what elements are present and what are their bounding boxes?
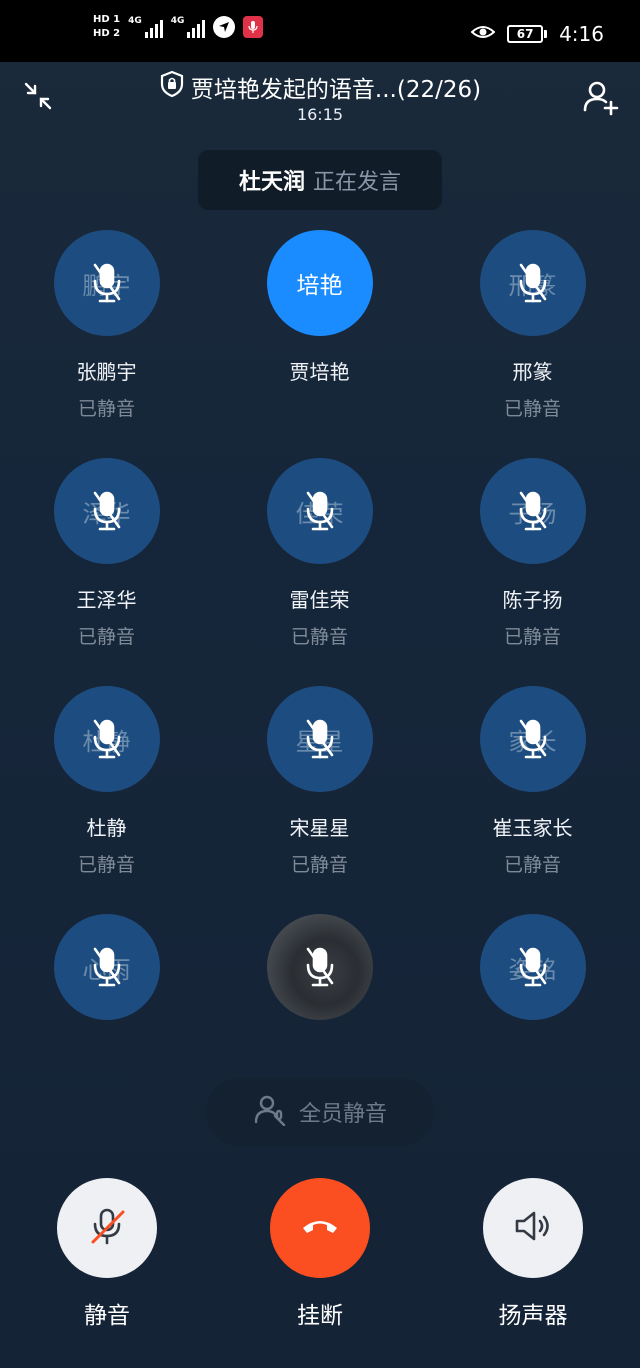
participant-tile[interactable]: 子扬陈子扬已静音 xyxy=(426,456,639,684)
participant-tile[interactable]: 家长崔玉家长已静音 xyxy=(426,684,639,912)
call-duration: 16:15 xyxy=(296,105,344,124)
participant-status: 已静音 xyxy=(77,854,135,876)
muted-mic-icon xyxy=(54,914,160,1020)
current-speaker-name: 杜天润 xyxy=(238,170,305,195)
hangup-button[interactable] xyxy=(270,1178,370,1278)
participant-avatar[interactable]: 邢篆 xyxy=(479,230,586,336)
muted-mic-icon xyxy=(480,686,586,792)
network-type-1: 4G xyxy=(128,16,142,26)
current-speaker-banner: 杜天润 正在发言 xyxy=(198,150,442,210)
participant-tile[interactable]: 邢篆邢篆已静音 xyxy=(426,228,639,456)
participant-avatar[interactable] xyxy=(266,914,373,1020)
muted-mic-icon xyxy=(267,914,373,1020)
muted-mic-icon xyxy=(54,458,160,564)
mute-control[interactable]: 静音 xyxy=(57,1178,157,1330)
participant-tile[interactable]: 鹏宇张鹏宇已静音 xyxy=(0,228,213,456)
participant-tile[interactable] xyxy=(213,912,426,1043)
hangup-control[interactable]: 挂断 xyxy=(270,1178,370,1330)
participant-avatar[interactable]: 培艳 xyxy=(266,230,373,336)
participant-status: 已静音 xyxy=(503,854,561,876)
participant-tile[interactable]: 心雨 xyxy=(0,912,213,1043)
participant-tile[interactable]: 佳荣雷佳荣已静音 xyxy=(213,456,426,684)
mute-label: 静音 xyxy=(84,1303,130,1329)
hangup-icon xyxy=(300,1216,340,1240)
hangup-label: 挂断 xyxy=(297,1303,343,1329)
status-bar-right: 67 4:16 xyxy=(470,22,604,46)
location-icon xyxy=(213,16,236,38)
participant-name: 张鹏宇 xyxy=(76,360,137,384)
battery-level: 67 xyxy=(507,25,544,43)
participant-avatar[interactable]: 家长 xyxy=(479,686,586,792)
muted-mic-icon xyxy=(480,914,586,1020)
current-speaker-status: 正在发言 xyxy=(313,170,402,195)
participant-avatar[interactable]: 佳荣 xyxy=(266,458,373,564)
muted-mic-icon xyxy=(54,686,160,792)
signal-icon-2: 4G xyxy=(171,16,206,38)
battery-icon: 67 xyxy=(507,25,548,43)
hd1-label: HD 1 xyxy=(93,14,121,25)
participant-status: 已静音 xyxy=(290,626,348,648)
speaker-label: 扬声器 xyxy=(498,1303,568,1329)
muted-mic-icon xyxy=(480,458,586,564)
lock-shield-icon xyxy=(159,70,185,104)
hd2-label: HD 2 xyxy=(93,28,121,39)
participant-avatar[interactable]: 星星 xyxy=(266,686,373,792)
muted-mic-icon xyxy=(54,230,160,336)
muted-mic-icon xyxy=(267,686,373,792)
signal-icon: 4G xyxy=(128,16,163,38)
participant-name: 雷佳荣 xyxy=(289,588,350,612)
participant-status: 已静音 xyxy=(77,626,135,648)
participant-name: 崔玉家长 xyxy=(492,816,573,840)
status-bar-left: HD 1 HD 2 4G 4G xyxy=(93,14,264,40)
hd-indicators: HD 1 HD 2 xyxy=(93,14,120,40)
speaker-button[interactable] xyxy=(483,1178,583,1278)
mic-off-icon xyxy=(83,1202,131,1254)
participant-name: 王泽华 xyxy=(76,588,137,612)
status-bar: HD 1 HD 2 4G 4G 67 4:16 xyxy=(0,0,640,62)
participant-name: 陈子扬 xyxy=(502,588,563,612)
mute-all-label: 全员静音 xyxy=(298,1102,387,1127)
mute-button[interactable] xyxy=(57,1178,157,1278)
muted-mic-icon xyxy=(267,458,373,564)
participant-avatar[interactable]: 姿铭 xyxy=(479,914,586,1020)
participant-name: 贾培艳 xyxy=(289,360,350,384)
participant-grid: 鹏宇张鹏宇已静音培艳贾培艳邢篆邢篆已静音泽华王泽华已静音佳荣雷佳荣已静音子扬陈子… xyxy=(0,228,640,1043)
participant-name: 邢篆 xyxy=(512,360,553,384)
mute-all-icon xyxy=(253,1092,287,1132)
add-participant-icon[interactable] xyxy=(582,78,620,116)
participant-tile[interactable]: 杜静杜静已静音 xyxy=(0,684,213,912)
participant-avatar[interactable]: 鹏宇 xyxy=(53,230,160,336)
participant-avatar[interactable]: 杜静 xyxy=(53,686,160,792)
participant-status: 已静音 xyxy=(503,398,561,420)
participant-status: 已静音 xyxy=(77,398,135,420)
participant-tile[interactable]: 泽华王泽华已静音 xyxy=(0,456,213,684)
participant-avatar[interactable]: 子扬 xyxy=(479,458,586,564)
eye-comfort-icon xyxy=(470,24,496,44)
call-title-row: 贾培艳发起的语音...(22/26) xyxy=(0,70,640,104)
participant-tile[interactable]: 星星宋星星已静音 xyxy=(213,684,426,912)
speaker-icon xyxy=(509,1202,557,1254)
mute-all-button[interactable]: 全员静音 xyxy=(206,1078,434,1146)
participant-status: 已静音 xyxy=(503,626,561,648)
participant-status: 已静音 xyxy=(290,854,348,876)
network-type-2: 4G xyxy=(170,16,185,26)
participant-avatar[interactable]: 心雨 xyxy=(53,914,160,1020)
participant-name: 宋星星 xyxy=(289,816,350,840)
participant-tile[interactable]: 培艳 贾培艳 xyxy=(213,228,426,456)
avatar-initials: 培艳 xyxy=(296,273,343,299)
muted-mic-icon xyxy=(480,230,586,336)
call-title: 贾培艳发起的语音...(22/26) xyxy=(190,77,482,103)
mic-in-use-icon xyxy=(243,16,264,38)
speaker-control[interactable]: 扬声器 xyxy=(483,1178,583,1330)
participant-avatar[interactable]: 泽华 xyxy=(53,458,160,564)
participant-name: 杜静 xyxy=(86,816,127,840)
status-clock: 4:16 xyxy=(559,22,604,46)
participant-tile[interactable]: 姿铭 xyxy=(426,912,639,1043)
